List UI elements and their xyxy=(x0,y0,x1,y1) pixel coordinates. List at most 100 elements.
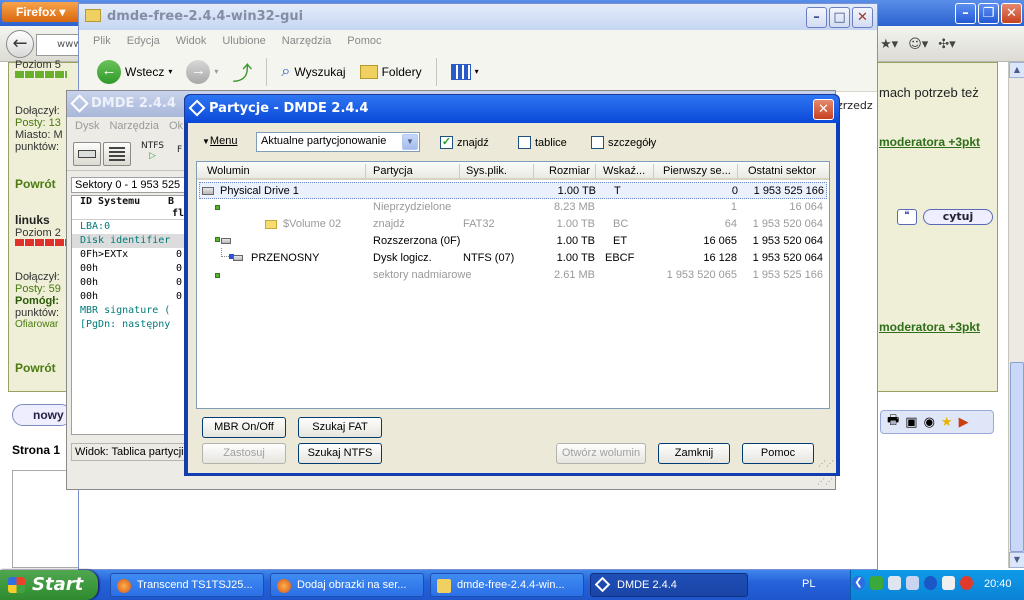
save-icon[interactable]: ▣ xyxy=(905,415,917,430)
disk-icon xyxy=(233,255,243,261)
back-to-top-link-2[interactable]: Powrót xyxy=(15,361,56,375)
menu-edit[interactable]: Edycja xyxy=(127,35,160,52)
table-row[interactable]: Physical Drive 1 1.00 TB T 0 1 953 525 1… xyxy=(199,182,827,199)
close-icon[interactable]: ✕ xyxy=(813,99,834,120)
scroll-up-icon[interactable]: ▲ xyxy=(1009,62,1024,78)
task-firefox-1[interactable]: Transcend TS1TSJ25... xyxy=(110,573,264,597)
table-row[interactable]: Nieprzydzielone 8.23 MB 1 16 064 xyxy=(199,199,827,216)
col-size[interactable]: Rozmiar xyxy=(549,165,590,177)
forward-button[interactable]: → ▾ xyxy=(182,59,222,84)
found-checkbox[interactable]: ✓ znajdź xyxy=(440,136,489,149)
table-row[interactable]: $Volume 02 znajdź FAT32 1.00 TB BC 64 1 … xyxy=(199,216,827,233)
hex-view[interactable]: ID Systemu B fl LBA:0 Disk identifier 0F… xyxy=(71,195,185,435)
cell-size: 1.00 TB xyxy=(556,218,595,230)
details-label: szczegóły xyxy=(608,136,657,149)
restore-icon[interactable]: ❐ xyxy=(978,3,999,24)
cell-volume: Physical Drive 1 xyxy=(220,185,299,197)
table-row[interactable]: PRZENOSNY Dysk logicz. NTFS (07) 1.00 TB… xyxy=(199,248,827,267)
network-icon[interactable] xyxy=(870,576,883,590)
col-first-sector[interactable]: Pierwszy se... xyxy=(663,165,731,177)
battery-icon[interactable] xyxy=(942,576,955,590)
tables-checkbox[interactable]: tablice xyxy=(518,136,567,149)
moderator-link-1[interactable]: moderatora +3pkt xyxy=(879,135,980,149)
firefox-menu-button[interactable]: Firefox ▾ xyxy=(2,2,80,22)
details-checkbox[interactable]: szczegóły xyxy=(591,136,656,149)
firefox-scrollbar[interactable]: ▲ ▼ xyxy=(1008,62,1024,568)
bookmarks-icon[interactable]: ★▾ xyxy=(880,37,898,52)
star-icon[interactable]: ★ xyxy=(941,415,953,430)
addon-icon[interactable]: ☺▾ xyxy=(908,37,928,52)
menu-view[interactable]: Widok xyxy=(176,35,207,52)
display-icon[interactable] xyxy=(888,576,901,590)
menu-help[interactable]: Pomoc xyxy=(347,35,381,52)
menu-tools[interactable]: Narzędzia xyxy=(282,35,332,52)
start-button[interactable]: Start xyxy=(0,570,98,600)
col-filesystem[interactable]: Sys.plik. xyxy=(466,165,507,177)
table-row[interactable]: Rozszerzona (0F) 1.00 TB ET 16 065 1 953… xyxy=(199,233,827,250)
close-icon[interactable]: ✕ xyxy=(852,7,873,28)
username[interactable]: linuks xyxy=(15,213,50,227)
col-volume[interactable]: Wolumin xyxy=(207,165,250,177)
col-partition[interactable]: Partycja xyxy=(373,165,413,177)
help-button[interactable]: Pomoc xyxy=(742,443,814,464)
close-button[interactable]: Zamknij xyxy=(658,443,730,464)
mbr-toggle-button[interactable]: MBR On/Off xyxy=(202,417,286,438)
views-button[interactable]: ▾ xyxy=(447,63,483,80)
find-ntfs-button[interactable]: Szukaj NTFS xyxy=(298,443,382,464)
rank-label: Poziom 5 xyxy=(15,59,61,71)
print-icon[interactable]: 🖶 xyxy=(887,411,899,433)
task-firefox-2[interactable]: Dodaj obrazki na ser... xyxy=(270,573,424,597)
table-row[interactable]: sektory nadmiarowe 2.61 MB 1 953 520 065… xyxy=(199,267,827,284)
search-button[interactable]: ⌕ Wyszukaj xyxy=(277,63,349,81)
partitions-titlebar[interactable]: Partycje - DMDE 2.4.4 xyxy=(185,95,839,123)
moderator-link-2[interactable]: moderatora +3pkt xyxy=(879,320,980,334)
find-fat-button[interactable]: Szukaj FAT xyxy=(298,417,382,438)
target-icon[interactable]: ◉ xyxy=(924,415,935,430)
find-ntfs-label: Szukaj NTFS xyxy=(307,447,373,459)
language-indicator[interactable]: PL xyxy=(802,578,815,590)
resize-grip-icon[interactable]: ⋰⋰ xyxy=(817,477,833,487)
resize-grip-icon[interactable]: ⋰⋰ xyxy=(818,459,834,471)
back-button[interactable]: ← Wstecz ▾ xyxy=(93,59,176,84)
disk-button[interactable] xyxy=(73,142,101,166)
menu-disk[interactable]: Dysk xyxy=(75,120,99,137)
list-button[interactable] xyxy=(103,142,131,166)
new-topic-button[interactable]: nowy xyxy=(12,404,72,426)
task-dmde[interactable]: DMDE 2.4.4 xyxy=(590,573,748,597)
bluetooth-icon[interactable] xyxy=(924,576,937,590)
menu-favorites[interactable]: Ulubione xyxy=(222,35,265,52)
menu-file[interactable]: Plik xyxy=(93,35,111,52)
up-button[interactable]: ⤴ xyxy=(228,57,256,86)
extension-icon[interactable]: ✣▾ xyxy=(938,37,955,52)
security-icon[interactable] xyxy=(960,576,973,590)
scroll-down-icon[interactable]: ▼ xyxy=(1009,552,1024,568)
quote-icon[interactable]: ❝ xyxy=(897,209,917,225)
back-to-top-link[interactable]: Powrót xyxy=(15,177,56,191)
menu-ok[interactable]: Ok xyxy=(169,120,183,137)
tray-expand-icon[interactable]: ❮ xyxy=(852,576,865,590)
menu-button[interactable]: ▼Menu xyxy=(202,135,237,147)
fs-button-label[interactable]: F xyxy=(177,145,182,155)
menu-tools[interactable]: Narzędzia xyxy=(109,120,159,137)
next-icon[interactable]: ▶ xyxy=(959,415,969,430)
open-volume-button[interactable]: Otwórz wolumin xyxy=(556,443,646,464)
minimize-icon[interactable]: – xyxy=(806,7,827,28)
close-icon[interactable]: ✕ xyxy=(1001,3,1022,24)
scroll-thumb[interactable] xyxy=(1010,362,1024,552)
explorer-titlebar[interactable]: dmde-free-2.4.4-win32-gui xyxy=(79,4,877,30)
partitions-table[interactable]: Wolumin Partycja Sys.plik. Rozmiar Wskaź… xyxy=(196,161,830,409)
col-last-sector[interactable]: Ostatni sektor xyxy=(748,165,816,177)
partitioning-select[interactable]: Aktualne partycjonowanie ▼ xyxy=(256,132,420,152)
helped-label: Pomógł: xyxy=(15,295,59,307)
clock[interactable]: 20:40 xyxy=(984,578,1012,590)
task-explorer[interactable]: dmde-free-2.4.4-win... xyxy=(430,573,584,597)
maximize-icon[interactable]: □ xyxy=(829,7,850,28)
folders-button[interactable]: Foldery xyxy=(356,64,426,79)
col-indicator[interactable]: Wskaź... xyxy=(603,165,645,177)
quote-button[interactable]: cytuj xyxy=(923,209,993,225)
minimize-icon[interactable]: – xyxy=(955,3,976,24)
back-arrow-icon[interactable]: ← xyxy=(6,30,34,58)
ntfs-button[interactable]: NTFS ▷ xyxy=(141,141,164,161)
volume-icon[interactable] xyxy=(906,576,919,590)
apply-button[interactable]: Zastosuj xyxy=(202,443,286,464)
